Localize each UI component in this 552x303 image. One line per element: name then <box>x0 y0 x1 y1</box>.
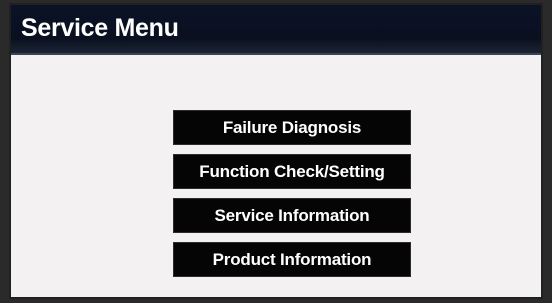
failure-diagnosis-button[interactable]: Failure Diagnosis <box>173 110 411 145</box>
function-check-setting-button[interactable]: Function Check/Setting <box>173 154 411 189</box>
display-bezel: Service Menu Failure Diagnosis Function … <box>0 0 552 303</box>
product-information-button[interactable]: Product Information <box>173 242 411 277</box>
service-menu-screen: Service Menu Failure Diagnosis Function … <box>9 3 543 299</box>
title-bar: Service Menu <box>11 5 541 55</box>
service-information-button[interactable]: Service Information <box>173 198 411 233</box>
page-title: Service Menu <box>21 14 179 42</box>
service-menu-list: Failure Diagnosis Function Check/Setting… <box>173 110 411 286</box>
